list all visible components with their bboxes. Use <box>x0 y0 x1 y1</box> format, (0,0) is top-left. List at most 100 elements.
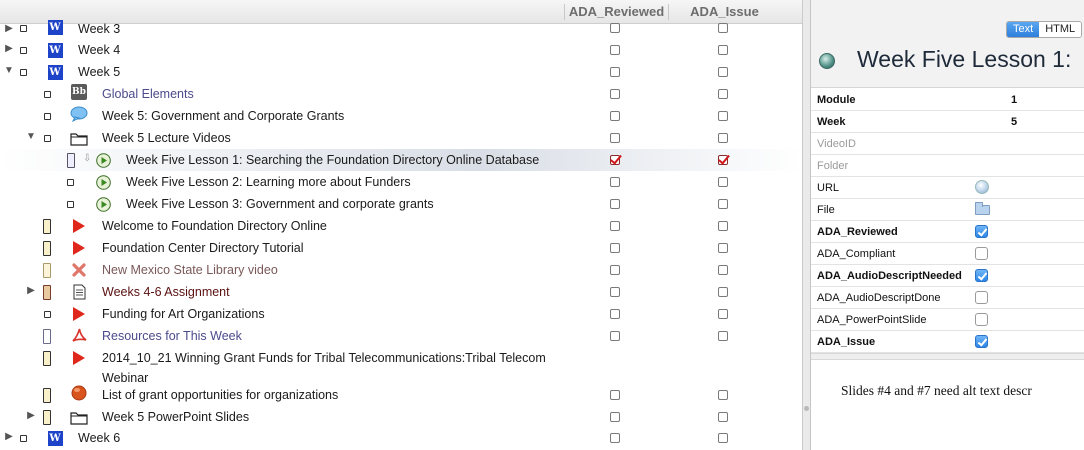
outline-row-week-6[interactable]: ▶ W Week 6 <box>0 427 802 449</box>
row-handle-icon[interactable] <box>67 179 74 186</box>
ada-reviewed-checkbox[interactable] <box>610 199 620 209</box>
ada-audiodescriptneeded-checkbox[interactable] <box>975 269 988 282</box>
row-handle-icon[interactable] <box>67 153 75 168</box>
outline-row-lecture-videos[interactable]: ▼ Week 5 Lecture Videos <box>0 127 802 149</box>
outline-row-powerpoint[interactable]: ▶ Week 5 PowerPoint Slides <box>0 406 802 428</box>
ada-reviewed-checkbox[interactable] <box>610 89 620 99</box>
outline-row-global-elements[interactable]: Bb Global Elements <box>0 83 802 105</box>
ada-reviewed-checkbox[interactable] <box>610 243 620 253</box>
row-handle-icon[interactable] <box>20 25 27 32</box>
text-mode-button[interactable]: Text <box>1007 22 1040 37</box>
ada-reviewed-checkbox[interactable] <box>610 23 620 33</box>
disclosure-triangle-icon[interactable]: ▼ <box>4 66 14 76</box>
prop-row-url[interactable]: URL <box>811 177 1084 199</box>
ada-issue-checkbox[interactable] <box>718 111 728 121</box>
ada-issue-checkbox[interactable] <box>975 335 988 348</box>
outline-row-lesson-2[interactable]: Week Five Lesson 2: Learning more about … <box>0 171 802 193</box>
row-handle-icon[interactable] <box>43 388 51 403</box>
outline-row-assignment[interactable]: ▶ Weeks 4-6 Assignment <box>0 281 802 303</box>
ada-reviewed-checkbox[interactable] <box>610 390 620 400</box>
ada-issue-checkbox[interactable] <box>718 89 728 99</box>
ada-issue-checkbox[interactable] <box>718 287 728 297</box>
ada-issue-checkbox[interactable] <box>718 199 728 209</box>
disclosure-triangle-icon[interactable]: ▶ <box>26 286 36 296</box>
ada-reviewed-checkbox[interactable] <box>610 221 620 231</box>
ada-issue-checkbox[interactable] <box>718 243 728 253</box>
ada-issue-checkbox[interactable] <box>718 177 728 187</box>
folder-icon[interactable] <box>975 202 990 215</box>
outline-row-art-funding[interactable]: Funding for Art Organizations <box>0 303 802 325</box>
disclosure-triangle-icon[interactable]: ▶ <box>4 44 14 54</box>
ada-issue-checkbox[interactable] <box>718 265 728 275</box>
row-handle-icon[interactable] <box>20 435 27 442</box>
row-handle-icon[interactable] <box>43 263 51 278</box>
notes-divider[interactable] <box>811 353 1084 360</box>
prop-row-folder[interactable]: Folder <box>811 155 1084 177</box>
row-handle-icon[interactable] <box>44 135 51 142</box>
ada-reviewed-checkbox[interactable] <box>610 265 620 275</box>
row-handle-icon[interactable] <box>43 219 51 234</box>
view-mode-segmented-control[interactable]: Text HTML <box>1006 21 1083 38</box>
ada-reviewed-checkbox[interactable] <box>610 412 620 422</box>
prop-row-ada-powerpointslide[interactable]: ADA_PowerPointSlide <box>811 309 1084 331</box>
outline-row-tribal-webinar[interactable]: 2014_10_21 Winning Grant Funds for Triba… <box>0 347 802 385</box>
row-handle-icon[interactable] <box>44 311 51 318</box>
note-title[interactable]: Week Five Lesson 1: <box>857 46 1071 73</box>
ada-audiodescriptdone-checkbox[interactable] <box>975 291 988 304</box>
row-handle-icon[interactable] <box>67 201 74 208</box>
outline-row-week-5[interactable]: ▼ W Week 5 <box>0 61 802 83</box>
disclosure-triangle-icon[interactable]: ▼ <box>26 132 36 142</box>
prop-row-file[interactable]: File <box>811 199 1084 221</box>
row-handle-icon[interactable] <box>44 113 51 120</box>
row-handle-icon[interactable] <box>43 351 51 366</box>
disclosure-triangle-icon[interactable]: ▶ <box>4 432 14 442</box>
ada-issue-checkbox[interactable] <box>718 309 728 319</box>
outline-row-fc-tutorial[interactable]: Foundation Center Directory Tutorial <box>0 237 802 259</box>
prop-row-ada-audiodescriptneeded[interactable]: ADA_AudioDescriptNeeded <box>811 265 1084 287</box>
ada-issue-checkbox[interactable] <box>718 433 728 443</box>
prop-row-week[interactable]: Week 5 <box>811 111 1084 133</box>
prop-row-videoid[interactable]: VideoID <box>811 133 1084 155</box>
outline-row-lesson-3[interactable]: Week Five Lesson 3: Government and corpo… <box>0 193 802 215</box>
row-handle-icon[interactable] <box>20 47 27 54</box>
ada-reviewed-checkbox[interactable] <box>610 287 620 297</box>
outline-row-nm-library[interactable]: New Mexico State Library video <box>0 259 802 281</box>
ada-issue-checkbox[interactable] <box>718 67 728 77</box>
prop-value[interactable]: 1 <box>1011 94 1017 106</box>
outline-row-week-3[interactable]: ▶ W Week 3 <box>0 18 802 40</box>
ada-compliant-checkbox[interactable] <box>975 247 988 260</box>
html-mode-button[interactable]: HTML <box>1039 22 1082 37</box>
ada-reviewed-checkbox[interactable] <box>610 111 620 121</box>
row-handle-icon[interactable] <box>20 69 27 76</box>
ada-issue-checkbox[interactable] <box>718 390 728 400</box>
prop-value[interactable]: 5 <box>1011 116 1017 128</box>
disclosure-triangle-icon[interactable]: ▶ <box>4 24 14 34</box>
ada-powerpointslide-checkbox[interactable] <box>975 313 988 326</box>
ada-reviewed-checkbox[interactable] <box>610 433 620 443</box>
ada-issue-checkbox[interactable] <box>718 133 728 143</box>
globe-icon[interactable] <box>975 180 989 194</box>
row-handle-icon[interactable] <box>43 329 51 344</box>
ada-issue-checkbox[interactable] <box>718 412 728 422</box>
prop-row-ada-audiodescriptdone[interactable]: ADA_AudioDescriptDone <box>811 287 1084 309</box>
row-handle-icon[interactable] <box>43 241 51 256</box>
note-text[interactable]: Slides #4 and #7 need alt text descr <box>841 383 1032 399</box>
ada-issue-checkbox[interactable] <box>718 155 728 165</box>
ada-reviewed-checkbox[interactable] <box>610 177 620 187</box>
prop-row-module[interactable]: Module 1 <box>811 89 1084 111</box>
row-handle-icon[interactable] <box>44 91 51 98</box>
pane-splitter[interactable] <box>802 0 810 450</box>
ada-reviewed-checkbox[interactable] <box>610 331 620 341</box>
ada-issue-checkbox[interactable] <box>718 45 728 55</box>
ada-issue-checkbox[interactable] <box>718 221 728 231</box>
outline-row-grant-list[interactable]: List of grant opportunities for organiza… <box>0 384 802 406</box>
ada-reviewed-checkbox[interactable] <box>975 225 988 238</box>
ada-reviewed-checkbox[interactable] <box>610 309 620 319</box>
outline-row-lesson-1[interactable]: ⇩ Week Five Lesson 1: Searching the Foun… <box>0 149 802 171</box>
outline-row-resources[interactable]: Resources for This Week <box>0 325 802 347</box>
prop-row-ada-issue[interactable]: ADA_Issue <box>811 331 1084 353</box>
ada-reviewed-checkbox[interactable] <box>610 133 620 143</box>
ada-issue-checkbox[interactable] <box>718 331 728 341</box>
row-handle-icon[interactable] <box>43 285 51 300</box>
outline-row-week-4[interactable]: ▶ W Week 4 <box>0 39 802 61</box>
